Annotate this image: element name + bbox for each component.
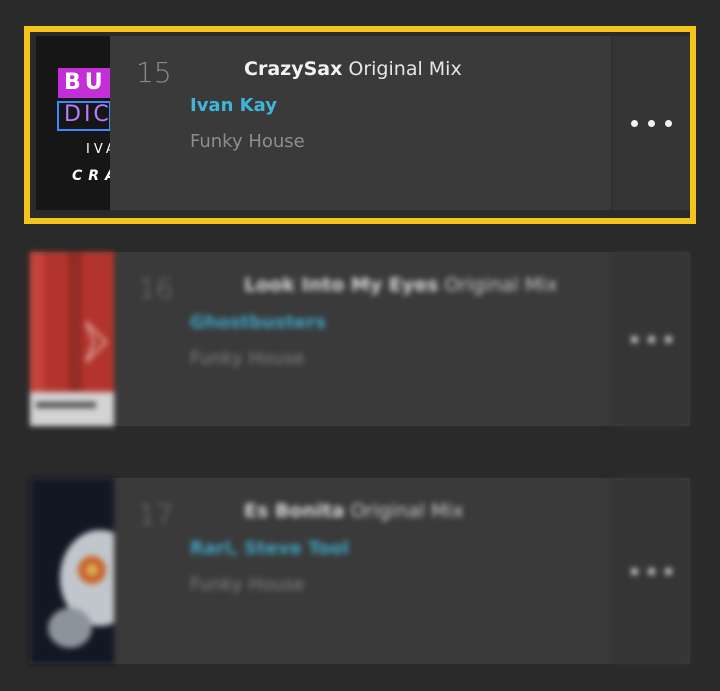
more-options-button[interactable] — [611, 252, 690, 426]
track-title[interactable]: CrazySax Original Mix — [244, 58, 462, 80]
track-title[interactable]: Es Bonita Original Mix — [244, 500, 464, 522]
track-name: CrazySax — [244, 58, 343, 80]
track-number: 16 — [138, 272, 174, 305]
track-genre[interactable]: Funky House — [190, 131, 305, 152]
more-options-button[interactable] — [611, 36, 690, 210]
art-text-2: DIC — [64, 102, 110, 127]
more-dots-icon — [630, 335, 672, 343]
track-artist[interactable]: Ghostbusters — [190, 312, 326, 333]
album-art — [30, 252, 114, 426]
track-title[interactable]: Look Into My Eyes Original Mix — [244, 274, 558, 296]
art-text-4: CRA — [72, 168, 110, 184]
album-art — [30, 478, 114, 664]
art-text-1: BU — [64, 70, 107, 95]
track-mix: Original Mix — [444, 274, 558, 296]
more-dots-icon — [630, 567, 672, 575]
track-name: Look Into My Eyes — [244, 274, 439, 296]
album-art: BU DIC IVA CRA — [36, 36, 110, 210]
track-number: 15 — [136, 56, 172, 89]
track-artist[interactable]: Ivan Kay — [190, 95, 277, 116]
track-row[interactable]: 16 Look Into My Eyes Original Mix Ghostb… — [30, 252, 690, 426]
track-genre[interactable]: Funky House — [190, 574, 305, 595]
track-row[interactable]: 17 Es Bonita Original Mix Rari, Steve To… — [30, 478, 690, 664]
art-text-3: IVA — [86, 142, 110, 157]
track-row[interactable]: BU DIC IVA CRA 15 CrazySax Original Mix … — [36, 36, 690, 210]
track-artist[interactable]: Rari, Steve Tool — [190, 538, 349, 559]
track-mix: Original Mix — [348, 58, 462, 80]
track-mix: Original Mix — [350, 500, 464, 522]
track-genre[interactable]: Funky House — [190, 348, 305, 369]
track-name: Es Bonita — [244, 500, 345, 522]
more-dots-icon — [630, 119, 672, 127]
track-number: 17 — [138, 498, 174, 531]
more-options-button[interactable] — [611, 478, 690, 664]
